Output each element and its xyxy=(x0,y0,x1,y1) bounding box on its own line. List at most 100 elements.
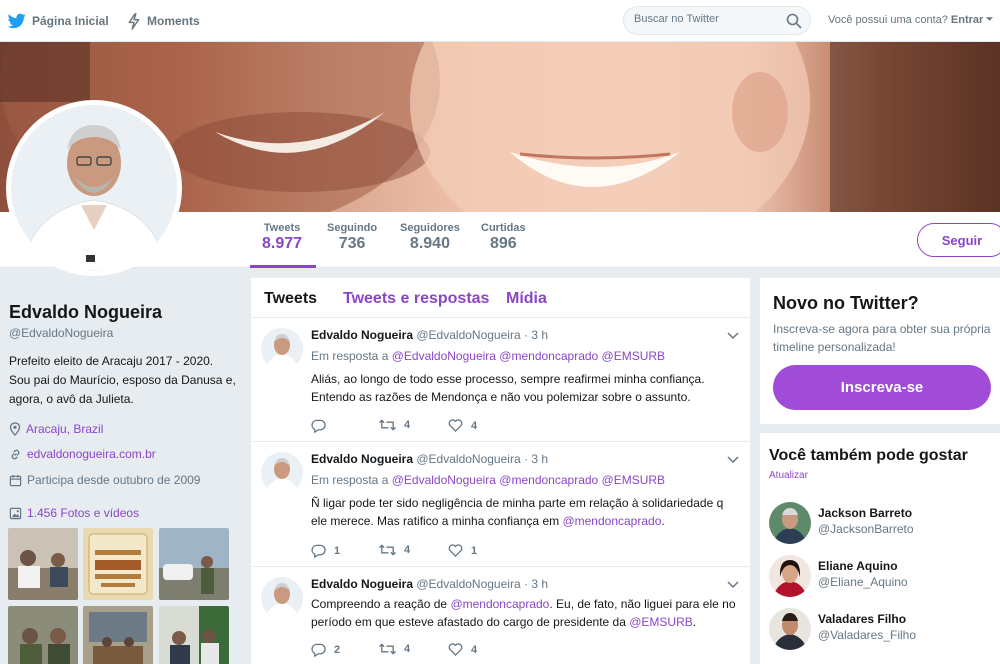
stat-followers-value: 8.940 xyxy=(409,235,450,252)
tab-media[interactable]: Mídia xyxy=(506,290,547,308)
profile-location[interactable]: Aracaju, Brazil xyxy=(9,422,103,436)
stat-following[interactable]: Seguindo 736 xyxy=(327,222,377,253)
tweet-avatar[interactable] xyxy=(261,452,303,494)
tweet-text: Aliás, ao longo de todo esse processo, s… xyxy=(311,372,705,404)
profile-avatar[interactable] xyxy=(6,100,182,276)
tweet[interactable]: Edvaldo Nogueira @EdvaldoNogueira · 3 h … xyxy=(251,318,750,442)
retweet-button[interactable]: 4 xyxy=(379,544,410,556)
chevron-down-icon[interactable] xyxy=(727,581,739,589)
suggested-user-avatar[interactable] xyxy=(769,608,811,650)
tweet-author-name[interactable]: Edvaldo Nogueira xyxy=(311,328,413,342)
suggested-user-handle[interactable]: @JacksonBarreto xyxy=(818,522,914,536)
tweet-text-part: . xyxy=(661,514,665,528)
media-thumbnail[interactable] xyxy=(83,606,153,664)
tweet-author-handle[interactable]: @EdvaldoNogueira xyxy=(416,328,520,342)
tweet-avatar[interactable] xyxy=(261,328,303,370)
profile-website-link[interactable]: edvaldonogueira.com.br xyxy=(9,447,156,461)
stat-followers[interactable]: Seguidores 8.940 xyxy=(400,222,460,253)
media-thumbnail-image xyxy=(83,606,153,664)
like-count: 1 xyxy=(471,544,478,557)
media-thumbnail[interactable] xyxy=(159,528,229,600)
suggested-user[interactable]: Jackson Barreto @JacksonBarreto xyxy=(769,502,994,546)
media-thumbnail[interactable] xyxy=(83,528,153,600)
nav-home-link[interactable]: Página Inicial xyxy=(8,0,109,42)
reply-icon xyxy=(311,643,326,657)
tab-tweets-and-replies[interactable]: Tweets e respostas xyxy=(343,290,489,308)
media-thumbnail[interactable] xyxy=(159,606,229,664)
reply-mentions[interactable]: @EdvaldoNogueira @mendoncaprado @EMSURB xyxy=(392,349,665,363)
retweet-count: 4 xyxy=(404,544,411,556)
suggested-user-name[interactable]: Valadares Filho xyxy=(818,612,906,626)
suggested-user-handle[interactable]: @Eliane_Aquino xyxy=(818,575,908,589)
retweet-button[interactable]: 4 xyxy=(379,643,410,655)
retweet-count: 4 xyxy=(404,419,411,431)
tab-tweets[interactable]: Tweets xyxy=(264,290,317,308)
suggested-user-avatar-image xyxy=(769,608,811,650)
tweet-author-handle[interactable]: @EdvaldoNogueira xyxy=(416,577,520,591)
reply-mentions[interactable]: @EdvaldoNogueira @mendoncaprado @EMSURB xyxy=(392,473,665,487)
suggested-user-avatar[interactable] xyxy=(769,555,811,597)
suggested-user-name[interactable]: Jackson Barreto xyxy=(818,506,912,520)
chevron-down-icon[interactable] xyxy=(727,456,739,464)
tweet-text-part: Compreendo a reação de xyxy=(311,597,451,611)
tweet-avatar[interactable] xyxy=(261,577,303,619)
media-thumbnail-image xyxy=(8,606,78,664)
tweet-mention[interactable]: @mendoncaprado xyxy=(562,514,661,528)
nav-moments-link[interactable]: Moments xyxy=(127,0,200,42)
tweet-header: Edvaldo Nogueira @EdvaldoNogueira · 3 h xyxy=(311,452,548,466)
reply-icon xyxy=(311,419,326,433)
tweet-author-name[interactable]: Edvaldo Nogueira xyxy=(311,452,413,466)
profile-photo xyxy=(11,105,177,271)
reply-button[interactable]: 1 xyxy=(311,544,340,558)
suggested-user-name[interactable]: Eliane Aquino xyxy=(818,559,898,573)
tweet[interactable]: Edvaldo Nogueira @EdvaldoNogueira · 3 h … xyxy=(251,442,750,567)
chevron-down-icon[interactable] xyxy=(727,332,739,340)
suggested-user[interactable]: Eliane Aquino @Eliane_Aquino xyxy=(769,555,994,599)
tweet-author-name[interactable]: Edvaldo Nogueira xyxy=(311,577,413,591)
refresh-link[interactable]: Atualizar xyxy=(769,470,808,481)
tweet-reply-context: Em resposta a @EdvaldoNogueira @mendonca… xyxy=(311,349,665,363)
retweet-button[interactable]: 4 xyxy=(379,419,410,431)
reply-button[interactable]: 2 xyxy=(311,643,340,657)
lightning-icon xyxy=(128,12,140,30)
profile-name[interactable]: Edvaldo Nogueira xyxy=(9,302,162,323)
calendar-icon xyxy=(9,474,22,486)
follow-button[interactable]: Seguir xyxy=(917,223,1000,257)
suggested-user-avatar[interactable] xyxy=(769,502,811,544)
tweet-mention[interactable]: @EMSURB xyxy=(629,615,693,629)
retweet-icon xyxy=(379,544,396,556)
photos-videos-label: 1.456 Fotos e vídeos xyxy=(27,506,140,520)
tweet-actions: 2 4 4 xyxy=(311,643,611,659)
stat-likes-label: Curtidas xyxy=(481,222,526,234)
like-button[interactable]: 4 xyxy=(448,419,477,432)
login-dropdown[interactable]: Entrar xyxy=(951,14,994,26)
profile-bio: Prefeito eleito de Aracaju 2017 - 2020. … xyxy=(9,354,236,406)
like-button[interactable]: 4 xyxy=(448,643,477,656)
tweet-timestamp[interactable]: 3 h xyxy=(531,577,548,591)
tweet-timestamp[interactable]: 3 h xyxy=(531,452,548,466)
profile-handle[interactable]: @EdvaldoNogueira xyxy=(9,326,113,340)
stat-tweets[interactable]: Tweets 8.977 xyxy=(262,222,302,253)
photos-videos-link[interactable]: 1.456 Fotos e vídeos xyxy=(9,506,139,520)
reply-count: 1 xyxy=(334,545,341,557)
twitter-bird-icon xyxy=(8,13,26,29)
search-input[interactable] xyxy=(634,13,774,25)
tweet-text: Compreendo a reação de @mendoncaprado. E… xyxy=(311,595,741,631)
stat-likes[interactable]: Curtidas 896 xyxy=(481,222,526,253)
profile-joined-text: Participa desde outubro de 2009 xyxy=(27,473,201,487)
suggested-user[interactable]: Valadares Filho @Valadares_Filho xyxy=(769,608,994,652)
media-thumbnail[interactable] xyxy=(8,606,78,664)
media-thumbnail-image xyxy=(8,528,78,600)
tweet-timestamp[interactable]: 3 h xyxy=(531,328,548,342)
caret-down-icon xyxy=(986,17,994,21)
search-box xyxy=(623,6,811,35)
signup-button[interactable]: Inscreva-se xyxy=(773,365,991,410)
search-button[interactable] xyxy=(786,13,802,29)
tweet-mention[interactable]: @mendoncaprado xyxy=(450,597,549,611)
suggested-user-handle[interactable]: @Valadares_Filho xyxy=(818,628,916,642)
like-button[interactable]: 1 xyxy=(448,544,477,557)
media-thumbnail[interactable] xyxy=(8,528,78,600)
tweet-author-handle[interactable]: @EdvaldoNogueira xyxy=(416,452,520,466)
tweet[interactable]: Edvaldo Nogueira @EdvaldoNogueira · 3 h … xyxy=(251,567,750,664)
reply-button[interactable] xyxy=(311,419,334,433)
